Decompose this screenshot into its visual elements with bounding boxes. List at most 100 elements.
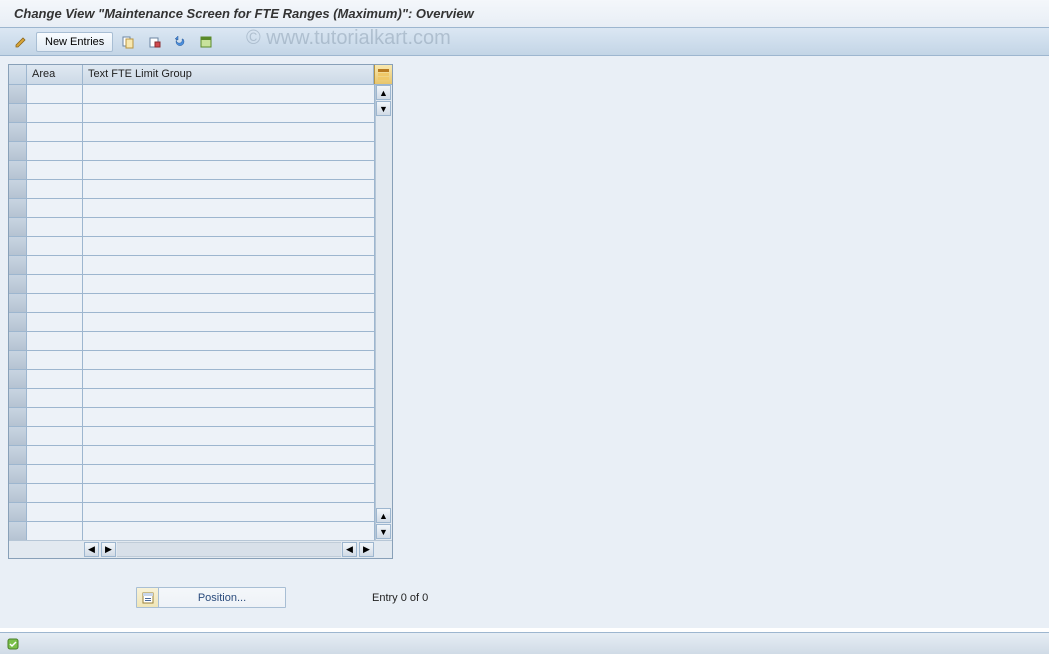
cell-text-fte[interactable] <box>83 408 375 426</box>
row-selector[interactable] <box>9 199 27 217</box>
cell-area[interactable] <box>27 275 83 293</box>
cell-text-fte[interactable] <box>83 503 375 521</box>
cell-area[interactable] <box>27 389 83 407</box>
cell-text-fte[interactable] <box>83 85 375 103</box>
column-header-area[interactable]: Area <box>27 65 83 84</box>
scroll-down-icon[interactable]: ▼ <box>376 524 391 539</box>
cell-area[interactable] <box>27 199 83 217</box>
cell-text-fte[interactable] <box>83 180 375 198</box>
hscroll-track[interactable] <box>117 542 341 557</box>
undo-icon[interactable] <box>169 32 191 52</box>
cell-text-fte[interactable] <box>83 275 375 293</box>
table-row <box>9 370 375 389</box>
cell-text-fte[interactable] <box>83 465 375 483</box>
cell-area[interactable] <box>27 294 83 312</box>
cell-area[interactable] <box>27 256 83 274</box>
cell-area[interactable] <box>27 161 83 179</box>
cell-text-fte[interactable] <box>83 427 375 445</box>
table-row <box>9 218 375 237</box>
row-selector[interactable] <box>9 256 27 274</box>
cell-area[interactable] <box>27 503 83 521</box>
cell-area[interactable] <box>27 446 83 464</box>
row-selector[interactable] <box>9 522 27 540</box>
row-selector[interactable] <box>9 484 27 502</box>
row-selector[interactable] <box>9 104 27 122</box>
vertical-scrollbar[interactable]: ▲ ▼ ▲ ▼ <box>375 85 392 540</box>
cell-text-fte[interactable] <box>83 446 375 464</box>
cell-area[interactable] <box>27 142 83 160</box>
cell-area[interactable] <box>27 465 83 483</box>
cell-area[interactable] <box>27 85 83 103</box>
cell-area[interactable] <box>27 484 83 502</box>
edit-icon[interactable] <box>10 32 32 52</box>
cell-area[interactable] <box>27 218 83 236</box>
cell-area[interactable] <box>27 522 83 540</box>
scroll-first-icon[interactable]: ◀ <box>84 542 99 557</box>
cell-area[interactable] <box>27 351 83 369</box>
row-selector[interactable] <box>9 408 27 426</box>
select-all-icon[interactable] <box>195 32 217 52</box>
row-selector[interactable] <box>9 465 27 483</box>
scroll-right-icon[interactable]: ◀ <box>342 542 357 557</box>
row-selector[interactable] <box>9 123 27 141</box>
row-selector[interactable] <box>9 218 27 236</box>
column-header-text-fte[interactable]: Text FTE Limit Group <box>83 65 374 84</box>
row-selector[interactable] <box>9 370 27 388</box>
row-selector[interactable] <box>9 294 27 312</box>
copy-icon[interactable] <box>117 32 139 52</box>
delete-icon[interactable] <box>143 32 165 52</box>
horizontal-scrollbar[interactable]: ◀ ▶ ◀ ▶ <box>9 540 392 558</box>
cell-text-fte[interactable] <box>83 104 375 122</box>
row-selector[interactable] <box>9 180 27 198</box>
cell-text-fte[interactable] <box>83 332 375 350</box>
cell-text-fte[interactable] <box>83 389 375 407</box>
position-button[interactable]: Position... <box>136 587 286 608</box>
row-selector[interactable] <box>9 389 27 407</box>
scroll-down-step-icon[interactable]: ▼ <box>376 101 391 116</box>
rows-area <box>9 85 375 540</box>
row-selector[interactable] <box>9 237 27 255</box>
row-selector[interactable] <box>9 313 27 331</box>
cell-text-fte[interactable] <box>83 123 375 141</box>
cell-text-fte[interactable] <box>83 522 375 540</box>
table-settings-icon[interactable] <box>374 65 392 84</box>
cell-text-fte[interactable] <box>83 161 375 179</box>
cell-text-fte[interactable] <box>83 237 375 255</box>
scroll-up-icon[interactable]: ▲ <box>376 85 391 100</box>
cell-area[interactable] <box>27 237 83 255</box>
cell-area[interactable] <box>27 370 83 388</box>
cell-area[interactable] <box>27 427 83 445</box>
row-selector[interactable] <box>9 332 27 350</box>
cell-area[interactable] <box>27 123 83 141</box>
scroll-last-icon[interactable]: ▶ <box>359 542 374 557</box>
scroll-left-icon[interactable]: ▶ <box>101 542 116 557</box>
cell-text-fte[interactable] <box>83 313 375 331</box>
cell-text-fte[interactable] <box>83 351 375 369</box>
select-all-rows[interactable] <box>9 65 27 84</box>
cell-area[interactable] <box>27 408 83 426</box>
cell-area[interactable] <box>27 332 83 350</box>
grid-header: Area Text FTE Limit Group <box>9 65 392 85</box>
row-selector[interactable] <box>9 503 27 521</box>
row-selector[interactable] <box>9 275 27 293</box>
table-row <box>9 256 375 275</box>
cell-text-fte[interactable] <box>83 218 375 236</box>
cell-text-fte[interactable] <box>83 256 375 274</box>
row-selector[interactable] <box>9 351 27 369</box>
cell-text-fte[interactable] <box>83 484 375 502</box>
new-entries-button[interactable]: New Entries <box>36 32 113 52</box>
row-selector[interactable] <box>9 142 27 160</box>
scroll-up-step-icon[interactable]: ▲ <box>376 508 391 523</box>
row-selector[interactable] <box>9 85 27 103</box>
row-selector[interactable] <box>9 161 27 179</box>
cell-text-fte[interactable] <box>83 370 375 388</box>
cell-area[interactable] <box>27 313 83 331</box>
cell-text-fte[interactable] <box>83 199 375 217</box>
row-selector[interactable] <box>9 446 27 464</box>
cell-text-fte[interactable] <box>83 294 375 312</box>
cell-area[interactable] <box>27 180 83 198</box>
cell-area[interactable] <box>27 104 83 122</box>
row-selector[interactable] <box>9 427 27 445</box>
cell-text-fte[interactable] <box>83 142 375 160</box>
table-row <box>9 389 375 408</box>
